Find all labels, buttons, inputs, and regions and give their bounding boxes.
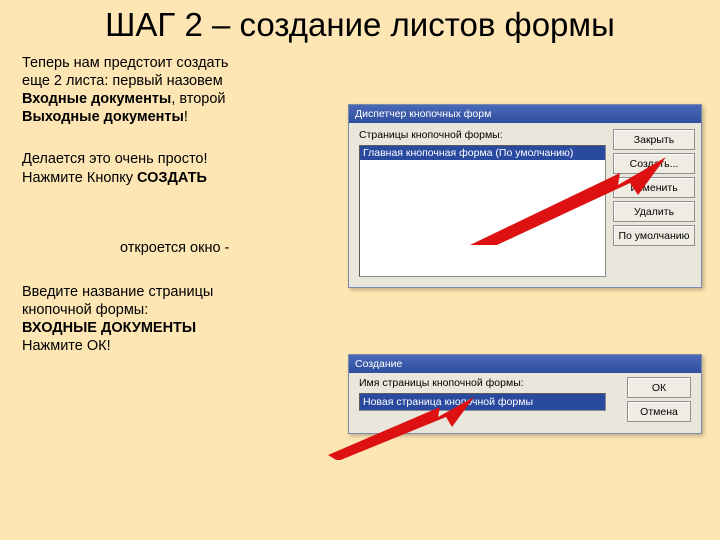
dialog-titlebar: Создание: [349, 355, 701, 373]
list-label: Страницы кнопочной формы:: [359, 129, 503, 141]
create-button[interactable]: Создать...: [613, 153, 695, 174]
input-label: Имя страницы кнопочной формы:: [359, 377, 524, 389]
dialog-form-manager: Диспетчер кнопочных форм Страницы кнопоч…: [348, 104, 702, 288]
edit-button[interactable]: Изменить: [613, 177, 695, 198]
input-value: Новая страница кнопочной формы: [360, 394, 605, 410]
close-button[interactable]: Закрыть: [613, 129, 695, 150]
dialog-titlebar: Диспетчер кнопочных форм: [349, 105, 701, 123]
cancel-button[interactable]: Отмена: [627, 401, 691, 422]
dialog-create-page: Создание Имя страницы кнопочной формы: Н…: [348, 354, 702, 434]
page-name-input[interactable]: Новая страница кнопочной формы: [359, 393, 606, 411]
paragraph-4: Введите название страницы кнопочной форм…: [0, 283, 322, 356]
slide-title: ШАГ 2 – создание листов формы: [0, 0, 720, 48]
paragraph-1: Теперь нам предстоит создать еще 2 листа…: [0, 54, 322, 127]
pages-listbox[interactable]: Главная кнопочная форма (По умолчанию): [359, 145, 606, 277]
ok-button[interactable]: ОК: [627, 377, 691, 398]
default-button[interactable]: По умолчанию: [613, 225, 695, 246]
paragraph-2: Делается это очень просто! Нажмите Кнопк…: [0, 150, 322, 186]
delete-button[interactable]: Удалить: [613, 201, 695, 222]
list-item[interactable]: Главная кнопочная форма (По умолчанию): [360, 146, 605, 160]
